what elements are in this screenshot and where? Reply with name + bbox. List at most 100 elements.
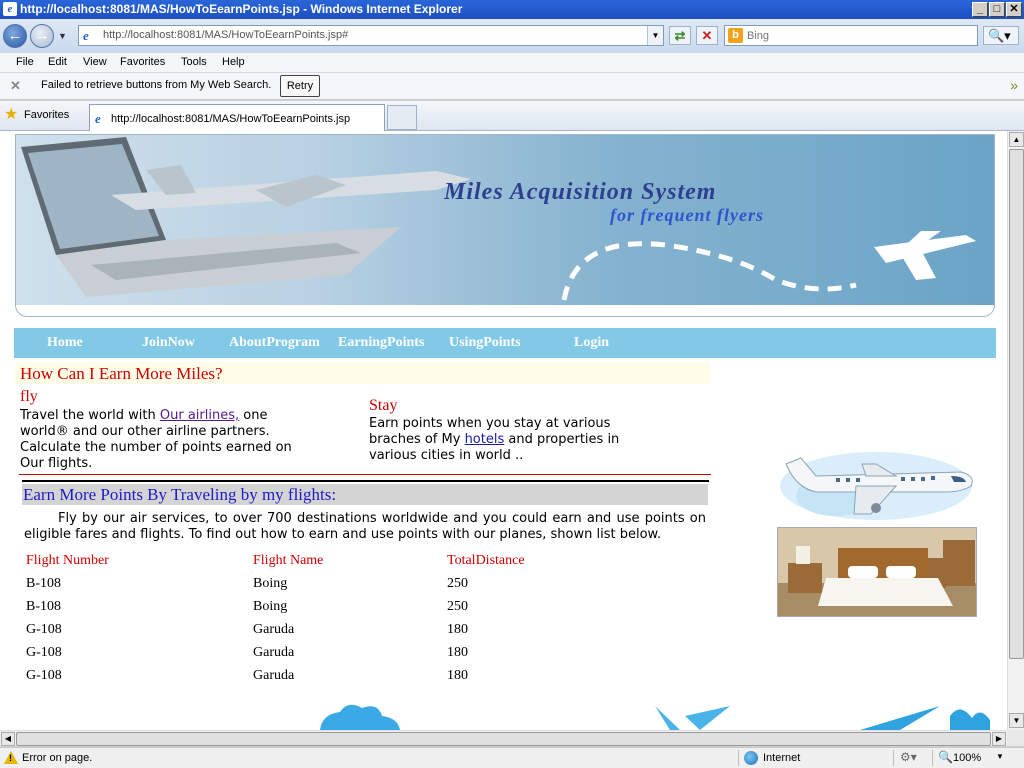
scroll-down-icon[interactable]: ▼	[1009, 713, 1024, 728]
cell-total-distance: 180	[447, 668, 468, 683]
navigation-toolbar: ← → ▼ e http://localhost:8081/MAS/HowToE…	[0, 19, 1024, 53]
favorites-star-icon[interactable]: ★	[4, 107, 18, 123]
menu-bar: File Edit View Favorites Tools Help	[0, 53, 1024, 73]
tab-title: http://localhost:8081/MAS/HowToEearnPoin…	[111, 113, 351, 125]
forward-button[interactable]: →	[30, 24, 54, 48]
back-button[interactable]: ←	[3, 24, 27, 48]
status-error-text[interactable]: Error on page.	[22, 752, 92, 764]
jet-tail-shape	[146, 165, 196, 195]
warning-icon[interactable]: !	[4, 751, 18, 764]
search-button[interactable]: 🔍▾	[983, 26, 1019, 45]
header-total-distance: TotalDistance	[447, 553, 525, 568]
flight-path-shape	[561, 241, 857, 301]
nav-login[interactable]: Login	[574, 335, 609, 351]
cell-total-distance: 180	[447, 622, 468, 637]
nav-earningpoints[interactable]: EarningPoints	[338, 335, 424, 351]
site-banner: Miles Acquisition System for frequent fl…	[15, 134, 995, 317]
header-flight-number: Flight Number	[26, 553, 109, 568]
nav-usingpoints[interactable]: UsingPoints	[449, 335, 521, 351]
address-bar[interactable]: e http://localhost:8081/MAS/HowToEearnPo…	[78, 25, 664, 46]
status-separator	[893, 750, 894, 766]
cell-total-distance: 250	[447, 599, 468, 614]
recent-pages-dropdown[interactable]: ▼	[58, 31, 67, 41]
hotel-room-artwork	[778, 528, 976, 616]
scroll-left-icon[interactable]: ◀	[1, 732, 15, 746]
site-nav: Home JoinNow AboutProgram EarningPoints …	[14, 328, 996, 358]
favorites-button[interactable]: Favorites	[24, 109, 69, 121]
tab-page-icon: e	[95, 111, 101, 126]
zoom-icon[interactable]: 🔍	[938, 750, 953, 764]
cell-flight-name: Garuda	[253, 645, 295, 660]
scroll-up-icon[interactable]: ▲	[1009, 132, 1024, 147]
zoom-level[interactable]: 100%	[953, 752, 981, 764]
question-heading-bar: How Can I Earn More Miles?	[15, 363, 710, 384]
toolbar-chevron-icon[interactable]: »	[1010, 77, 1018, 93]
window-title-bar: e http://localhost:8081/MAS/HowToEearnPo…	[0, 0, 1024, 19]
stay-heading: Stay	[369, 397, 398, 414]
tab-current[interactable]: e http://localhost:8081/MAS/HowToEearnPo…	[89, 104, 385, 131]
zoom-dropdown-icon[interactable]: ▼	[996, 752, 1004, 761]
nav-aboutprogram[interactable]: AboutProgram	[229, 335, 320, 351]
section-divider-red	[19, 474, 711, 475]
nav-joinnow[interactable]: JoinNow	[142, 335, 195, 351]
toolbar-notification: ✕ Failed to retrieve buttons from My Web…	[0, 73, 1024, 100]
page-viewport: Miles Acquisition System for frequent fl…	[0, 131, 1007, 730]
favorites-bar: ★ Favorites e http://localhost:8081/MAS/…	[0, 101, 1024, 131]
retry-button[interactable]: Retry	[280, 75, 320, 97]
menu-view[interactable]: View	[83, 56, 107, 68]
fly-text: Travel the world with Our airlines, one …	[20, 408, 305, 472]
banner-subtitle: for frequent flyers	[610, 205, 764, 225]
horizontal-scroll-thumb[interactable]	[16, 732, 991, 746]
status-separator	[932, 750, 933, 766]
banner-title: Miles Acquisition System	[444, 179, 717, 205]
section-divider-black	[22, 480, 709, 482]
minimize-button[interactable]: _	[972, 2, 988, 17]
cell-flight-number: G-108	[26, 622, 62, 637]
stop-button[interactable]: ✕	[696, 26, 718, 45]
earn-heading: Earn More Points By Traveling by my flig…	[23, 485, 337, 504]
ie-logo-icon: e	[3, 2, 17, 16]
bing-logo-icon: b	[728, 28, 743, 43]
question-heading: How Can I Earn More Miles?	[20, 364, 223, 383]
search-box[interactable]: b	[724, 25, 978, 46]
new-tab-button[interactable]	[387, 105, 417, 130]
address-url[interactable]: http://localhost:8081/MAS/HowToEearnPoin…	[103, 29, 348, 41]
menu-edit[interactable]: Edit	[48, 56, 67, 68]
security-zone: Internet	[763, 752, 801, 764]
scroll-right-icon[interactable]: ▶	[992, 732, 1006, 746]
notification-message: Failed to retrieve buttons from My Web S…	[41, 79, 272, 91]
footer-decoration	[320, 704, 990, 730]
vertical-scroll-thumb[interactable]	[1009, 149, 1024, 659]
close-notification-icon[interactable]: ✕	[10, 78, 21, 94]
earn-paragraph: Fly by our air services, to over 700 des…	[24, 511, 706, 543]
cell-total-distance: 250	[447, 576, 468, 591]
cell-flight-number: B-108	[26, 576, 61, 591]
stay-text: Earn points when you stay at various bra…	[369, 416, 644, 464]
header-flight-name: Flight Name	[253, 553, 324, 568]
protected-mode-icon[interactable]: ⚙▾	[900, 750, 917, 764]
hotels-link[interactable]: hotels	[465, 432, 505, 447]
close-button[interactable]: ✕	[1006, 2, 1022, 17]
menu-favorites[interactable]: Favorites	[120, 56, 165, 68]
search-input[interactable]	[747, 28, 967, 43]
maximize-button[interactable]: □	[989, 2, 1005, 17]
our-airlines-link[interactable]: Our airlines,	[160, 408, 239, 423]
status-separator	[738, 750, 739, 766]
menu-tools[interactable]: Tools	[181, 56, 207, 68]
horizontal-scrollbar[interactable]: ◀ ▶	[0, 730, 1007, 746]
fly-text-start: Travel the world with	[20, 408, 160, 423]
address-dropdown-icon[interactable]: ▼	[647, 26, 663, 45]
nav-home[interactable]: Home	[47, 335, 83, 351]
fly-heading: fly	[20, 388, 38, 405]
menu-file[interactable]: File	[16, 56, 34, 68]
cell-total-distance: 180	[447, 645, 468, 660]
window-title: http://localhost:8081/MAS/HowToEearnPoin…	[20, 2, 463, 16]
earn-heading-bar: Earn More Points By Traveling by my flig…	[22, 484, 708, 505]
small-plane-wing-bottom	[901, 250, 936, 280]
menu-help[interactable]: Help	[222, 56, 245, 68]
scrollbar-corner	[1007, 730, 1024, 746]
cell-flight-number: G-108	[26, 668, 62, 683]
cell-flight-number: B-108	[26, 599, 61, 614]
compatibility-refresh-button[interactable]: ⇄	[669, 26, 691, 45]
vertical-scrollbar[interactable]: ▲ ▼	[1007, 131, 1024, 730]
